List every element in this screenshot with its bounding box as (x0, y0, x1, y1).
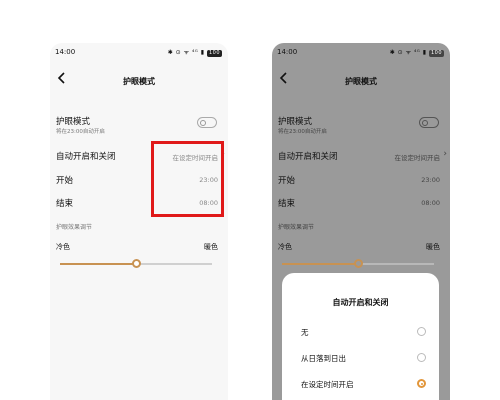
highlight-box (151, 141, 224, 217)
slider-fill (282, 263, 358, 265)
status-bar: 14:00 ✱ ⊙ ᯤ ⁴ᴳ ▮ 100 (272, 46, 450, 60)
option-label: 在设定时间开启 (301, 380, 354, 389)
auto-onoff-dialog: 自动开启和关闭 无 从日落到日出 在设定时间开启 (282, 273, 439, 400)
dialog-title: 自动开启和关闭 (332, 298, 389, 307)
effect-section-label: 护眼效果调节 (56, 224, 93, 231)
option-label: 从日落到日出 (301, 354, 346, 363)
end-label: 结束 (56, 199, 74, 209)
toggle-knob (199, 119, 206, 126)
page-title: 护眼模式 (345, 77, 377, 86)
page-title: 护眼模式 (123, 77, 155, 86)
warm-label: 暖色 (426, 243, 440, 251)
status-icons-glyphs: ✱ ⊙ ᯤ ⁴ᴳ ▮ (389, 49, 427, 56)
status-icons: ✱ ⊙ ᯤ ⁴ᴳ ▮ 100 (390, 48, 444, 57)
chevron-right-icon: › (443, 149, 447, 159)
color-temp-slider[interactable] (60, 259, 212, 268)
start-value: 23:00 (421, 176, 440, 184)
auto-onoff-label: 自动开启和关闭 (278, 152, 338, 162)
battery-icon: 100 (206, 50, 222, 57)
eye-mode-subtitle: 将在23:00自动开启 (56, 129, 105, 135)
toggle-knob (421, 119, 428, 126)
settings-screen-left: 14:00 ✱ ⊙ ᯤ ⁴ᴳ ▮ 100 护眼模式 护眼模式 将在23:00自动… (50, 43, 228, 400)
end-label: 结束 (278, 199, 296, 209)
start-label: 开始 (278, 176, 296, 186)
radio-button[interactable] (417, 353, 426, 362)
radio-button-selected[interactable] (417, 379, 426, 388)
auto-onoff-value: 在设定时间开启 (394, 154, 441, 162)
status-bar: 14:00 ✱ ⊙ ᯤ ⁴ᴳ ▮ 100 (50, 46, 228, 60)
slider-thumb[interactable] (131, 259, 141, 268)
battery-icon: 100 (428, 50, 444, 57)
settings-screen-right: 14:00 ✱ ⊙ ᯤ ⁴ᴳ ▮ 100 护眼模式 护眼模式 将在23:00自动… (272, 43, 450, 400)
eye-mode-label: 护眼模式 (278, 117, 313, 127)
eye-mode-subtitle: 将在23:00自动开启 (278, 129, 327, 135)
color-temp-slider[interactable] (282, 259, 434, 268)
status-icons-glyphs: ✱ ⊙ ᯤ ⁴ᴳ ▮ (167, 49, 205, 56)
eye-mode-toggle[interactable] (419, 117, 439, 128)
start-label: 开始 (56, 176, 74, 186)
effect-section-label: 护眼效果调节 (278, 224, 315, 231)
eye-mode-toggle[interactable] (197, 117, 217, 128)
eye-mode-label: 护眼模式 (56, 117, 91, 127)
cool-label: 冷色 (278, 243, 292, 251)
auto-onoff-label: 自动开启和关闭 (56, 152, 116, 162)
end-value: 08:00 (421, 199, 440, 207)
cool-label: 冷色 (56, 243, 70, 251)
status-icons: ✱ ⊙ ᯤ ⁴ᴳ ▮ 100 (168, 48, 222, 57)
status-time: 14:00 (55, 48, 76, 56)
warm-label: 暖色 (204, 243, 218, 251)
status-time: 14:00 (277, 48, 298, 56)
slider-fill (60, 263, 136, 265)
slider-thumb[interactable] (353, 259, 363, 268)
option-label: 无 (301, 328, 309, 337)
radio-button[interactable] (417, 327, 426, 336)
